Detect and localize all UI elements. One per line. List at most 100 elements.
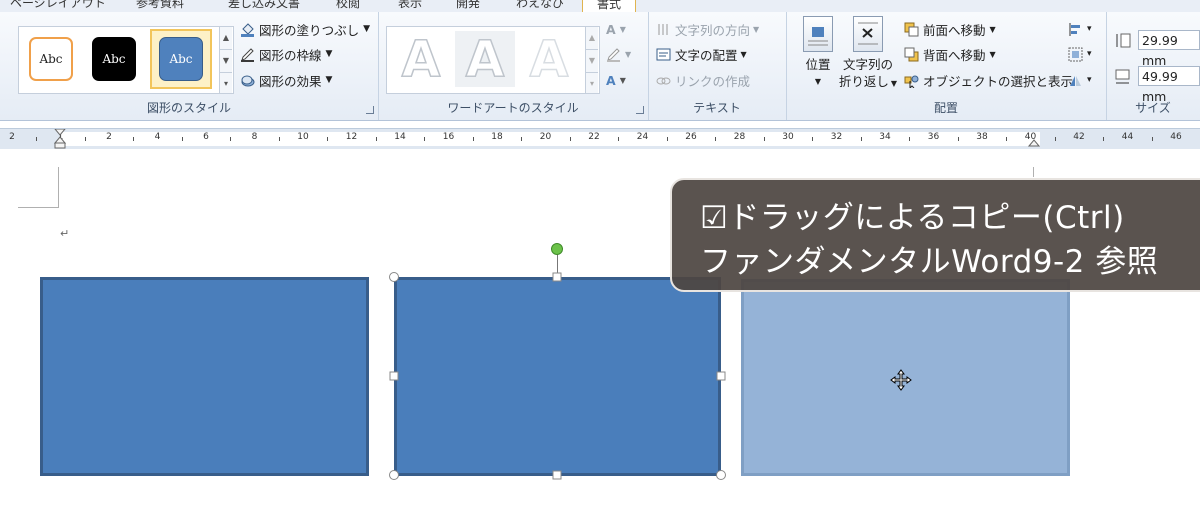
tab-waenavi[interactable]: わえなび [516,0,564,11]
wordart-gallery-scroll[interactable]: ▲ ▼ ▾ [585,27,598,93]
resize-handle-se[interactable] [716,470,726,480]
group-label-arrange: 配置 [933,101,958,115]
text-fill-button[interactable]: A ▼ [606,20,626,38]
shape-height-icon [1114,32,1132,54]
ruler-tick [569,137,571,141]
resize-handle-sw[interactable] [389,470,399,480]
align-button[interactable]: ▾ [1068,20,1092,38]
gallery-down-arrow-icon[interactable]: ▼ [586,49,598,72]
align-text-button[interactable]: 文字の配置 ▼ [656,45,747,63]
indent-marker-icon[interactable] [53,128,67,149]
text-effects-button[interactable]: A ▼ [606,71,626,89]
rectangle-shape-2-selected[interactable] [394,277,721,476]
rectangle-shape-1[interactable] [40,277,369,476]
ruler-tick [472,137,474,141]
margin-corner-mark [18,207,58,208]
resize-handle-n[interactable] [552,272,562,282]
chevron-down-icon: ▼ [814,77,822,86]
gallery-up-arrow-icon[interactable]: ▲ [586,27,598,49]
position-button[interactable]: 位置 ▼ [794,16,842,90]
selection-pane-icon [904,73,919,89]
dialog-launcher-icon[interactable] [636,106,644,114]
dialog-launcher-icon[interactable] [366,106,374,114]
chevron-down-icon: ▼ [740,49,747,59]
wordart-gallery: A A A ▲ ▼ ▾ [386,26,600,94]
bring-forward-button[interactable]: 前面へ移動 ▼ [904,20,996,38]
shape-effects-button[interactable]: 図形の効果 ▼ [240,71,332,89]
group-label-wordart-styles: ワードアートのスタイル [447,101,579,115]
text-direction-label: 文字列の方向 [675,22,751,38]
bring-forward-icon [904,22,919,37]
shape-effects-icon [240,73,255,88]
selection-pane-button[interactable]: オブジェクトの選択と表示 [904,71,1073,89]
gallery-more-icon[interactable]: ▾ [220,72,232,94]
gallery-scroll[interactable]: ▲ ▼ ▾ [219,27,232,93]
ruler-number: 14 [394,132,406,142]
tab-references[interactable]: 参考資料 [136,0,184,11]
wrap-text-icon [853,16,883,52]
chevron-down-icon: ▼ [363,24,371,34]
ruler-tick [36,137,38,141]
pencil-outline-icon [240,47,255,62]
ruler-number: 46 [1170,132,1182,142]
chevron-down-icon: ▼ [753,24,760,34]
ruler-number: 44 [1121,132,1134,142]
text-direction-button[interactable]: 文字列の方向 ▼ [656,20,759,38]
ruler-tick [375,137,377,141]
rotation-handle[interactable] [551,243,563,255]
ruler-tick [1054,137,1056,141]
tab-page-layout[interactable]: ページレイアウト [10,0,106,11]
resize-handle-w[interactable] [389,371,399,381]
create-link-button[interactable]: リンクの作成 [656,71,750,89]
ruler-number: 20 [539,132,552,142]
rotate-button[interactable]: ▾ [1068,71,1092,89]
shape-width-input[interactable]: 49.99 mm [1138,66,1200,104]
ruler-tick [84,137,86,141]
ruler-number: 26 [685,132,697,142]
chevron-down-icon: ▼ [619,75,626,85]
resize-handle-e[interactable] [716,371,726,381]
selection-pane-label: オブジェクトの選択と表示 [923,73,1074,89]
ruler-number: 10 [297,132,309,142]
send-backward-label: 背面へ移動 [923,47,986,63]
group-objects-button[interactable]: ▾ [1068,45,1092,63]
link-icon [656,73,671,88]
shape-width-icon [1114,68,1132,90]
group-arrange: 位置 ▼ 文字列の 折り返し ▼ 前面へ移動 ▼ 背面へ移動 ▼ オブジェクトの… [786,12,1107,120]
resize-handle-s[interactable] [552,470,562,480]
tab-developer[interactable]: 開発 [456,0,480,11]
gallery-more-icon[interactable]: ▾ [586,72,598,94]
ruler-tick [181,137,183,141]
shape-style-black[interactable]: Abc [92,37,136,81]
group-objects-icon [1068,47,1083,62]
shape-height-input[interactable]: 29.99 mm [1138,30,1200,68]
shape-effects-label: 図形の効果 [259,73,322,89]
shape-style-orange-outline[interactable]: Abc [29,37,73,81]
chevron-down-icon: ▼ [619,24,626,34]
tab-mailings[interactable]: 差し込み文書 [228,0,300,11]
shape-style-blue[interactable]: Abc [159,37,203,81]
wordart-style-2[interactable]: A [455,30,515,88]
horizontal-ruler[interactable]: 2124681012141618202224262830323436384042… [0,128,1200,150]
ruler-number: 8 [251,132,258,142]
wordart-style-1[interactable]: A [391,30,451,88]
tab-review[interactable]: 校閲 [336,0,360,11]
shape-outline-button[interactable]: 図形の枠線 ▼ [240,45,332,63]
resize-handle-nw[interactable] [389,272,399,282]
text-outline-icon [606,47,621,62]
paint-bucket-icon [240,22,255,37]
send-backward-button[interactable]: 背面へ移動 ▼ [904,45,996,63]
ruler-number: 12 [345,132,358,142]
wordart-style-3[interactable]: A [519,30,579,88]
caption-line-1: ☑ドラッグによるコピー(Ctrl) [700,200,1125,236]
ruler-tick [521,137,523,141]
ruler-number: 22 [588,132,600,142]
gallery-up-arrow-icon[interactable]: ▲ [220,27,232,49]
shape-fill-button[interactable]: 図形の塗りつぶし ▼ [240,20,370,38]
gallery-down-arrow-icon[interactable]: ▼ [220,49,232,72]
ruler-number: 38 [976,132,988,142]
wrap-text-button[interactable]: 文字列の 折り返し ▼ [836,16,900,92]
text-outline-button[interactable]: ▼ [606,45,631,63]
tab-view[interactable]: 表示 [398,0,422,11]
ruler-number: 34 [879,132,891,142]
